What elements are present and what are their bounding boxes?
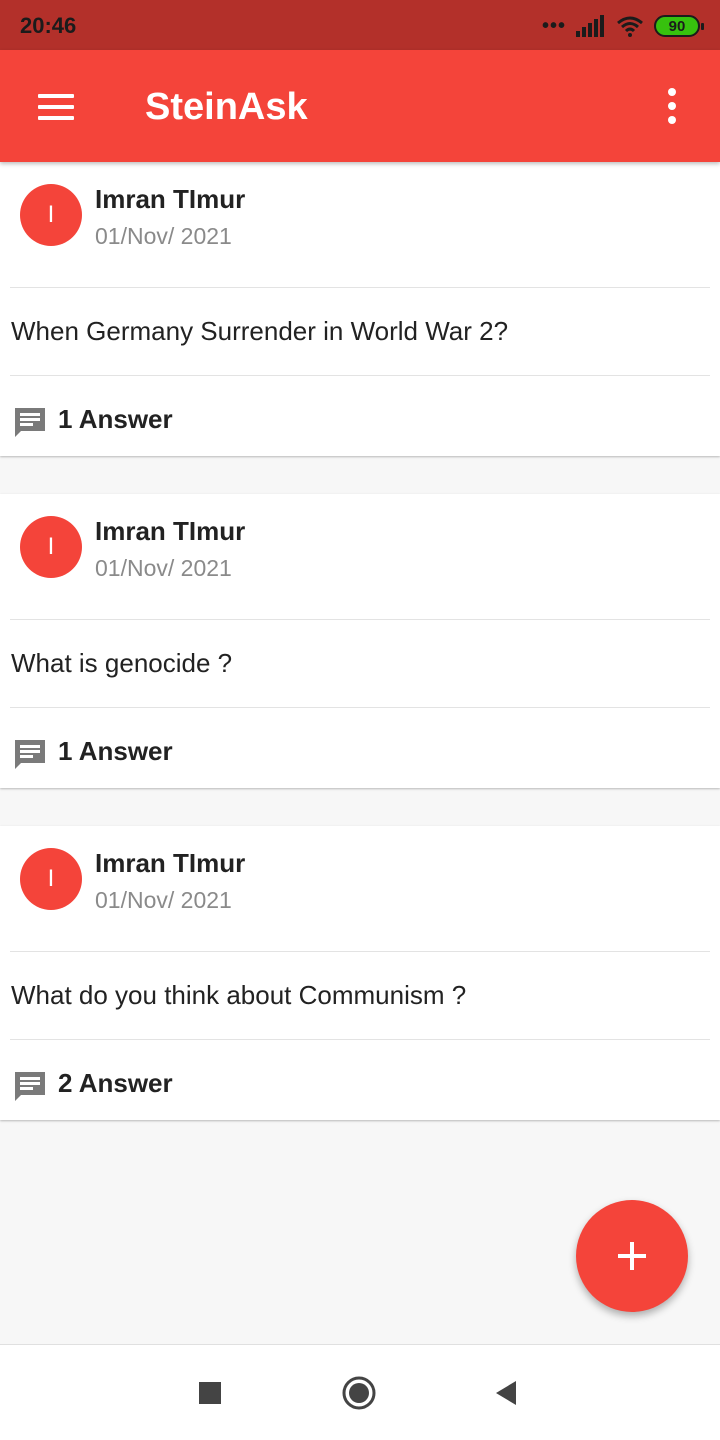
more-vert-icon[interactable] — [660, 88, 684, 124]
divider — [10, 619, 710, 620]
answer-count[interactable]: 1 Answer — [58, 404, 173, 435]
menu-icon[interactable] — [38, 94, 74, 120]
recents-icon[interactable] — [192, 1375, 228, 1411]
divider — [10, 375, 710, 376]
status-time: 20:46 — [20, 13, 77, 38]
app-bar: SteinAsk — [0, 50, 720, 162]
question-text[interactable]: What is genocide ? — [11, 648, 232, 679]
avatar: I — [20, 184, 82, 246]
author-name: Imran TImur — [95, 848, 246, 878]
post-date: 01/Nov/ 2021 — [95, 555, 232, 581]
answer-count[interactable]: 1 Answer — [58, 736, 173, 767]
comment-icon — [15, 408, 45, 437]
author-name: Imran TImur — [95, 184, 246, 214]
signal-icon — [576, 15, 604, 37]
system-nav-bar — [0, 1344, 720, 1440]
question-text[interactable]: What do you think about Communism ? — [11, 980, 466, 1011]
comment-icon — [15, 740, 45, 769]
battery-icon: 90 — [654, 15, 704, 37]
wifi-icon — [617, 16, 643, 37]
question-text[interactable]: When Germany Surrender in World War 2? — [11, 316, 508, 347]
question-card[interactable]: I Imran TImur 01/Nov/ 2021 When Germany … — [0, 162, 720, 456]
back-icon[interactable] — [488, 1375, 524, 1411]
avatar: I — [20, 848, 82, 910]
author-name: Imran TImur — [95, 516, 246, 546]
answer-count[interactable]: 2 Answer — [58, 1068, 173, 1099]
home-icon[interactable] — [341, 1375, 377, 1411]
question-card[interactable]: I Imran TImur 01/Nov/ 2021 What is genoc… — [0, 494, 720, 788]
divider — [10, 287, 710, 288]
battery-level: 90 — [668, 17, 686, 35]
divider — [10, 707, 710, 708]
comment-icon — [15, 1072, 45, 1101]
add-question-button[interactable] — [576, 1200, 688, 1312]
post-date: 01/Nov/ 2021 — [95, 223, 232, 249]
app-title: SteinAsk — [145, 86, 308, 128]
plus-icon — [618, 1242, 646, 1270]
divider — [10, 951, 710, 952]
avatar: I — [20, 516, 82, 578]
status-icons: ••• 90 — [541, 13, 704, 39]
status-bar: 20:46 ••• 90 — [0, 0, 720, 50]
question-card[interactable]: I Imran TImur 01/Nov/ 2021 What do you t… — [0, 826, 720, 1120]
divider — [10, 1039, 710, 1040]
signal-dots: ••• — [541, 15, 566, 37]
post-date: 01/Nov/ 2021 — [95, 887, 232, 913]
